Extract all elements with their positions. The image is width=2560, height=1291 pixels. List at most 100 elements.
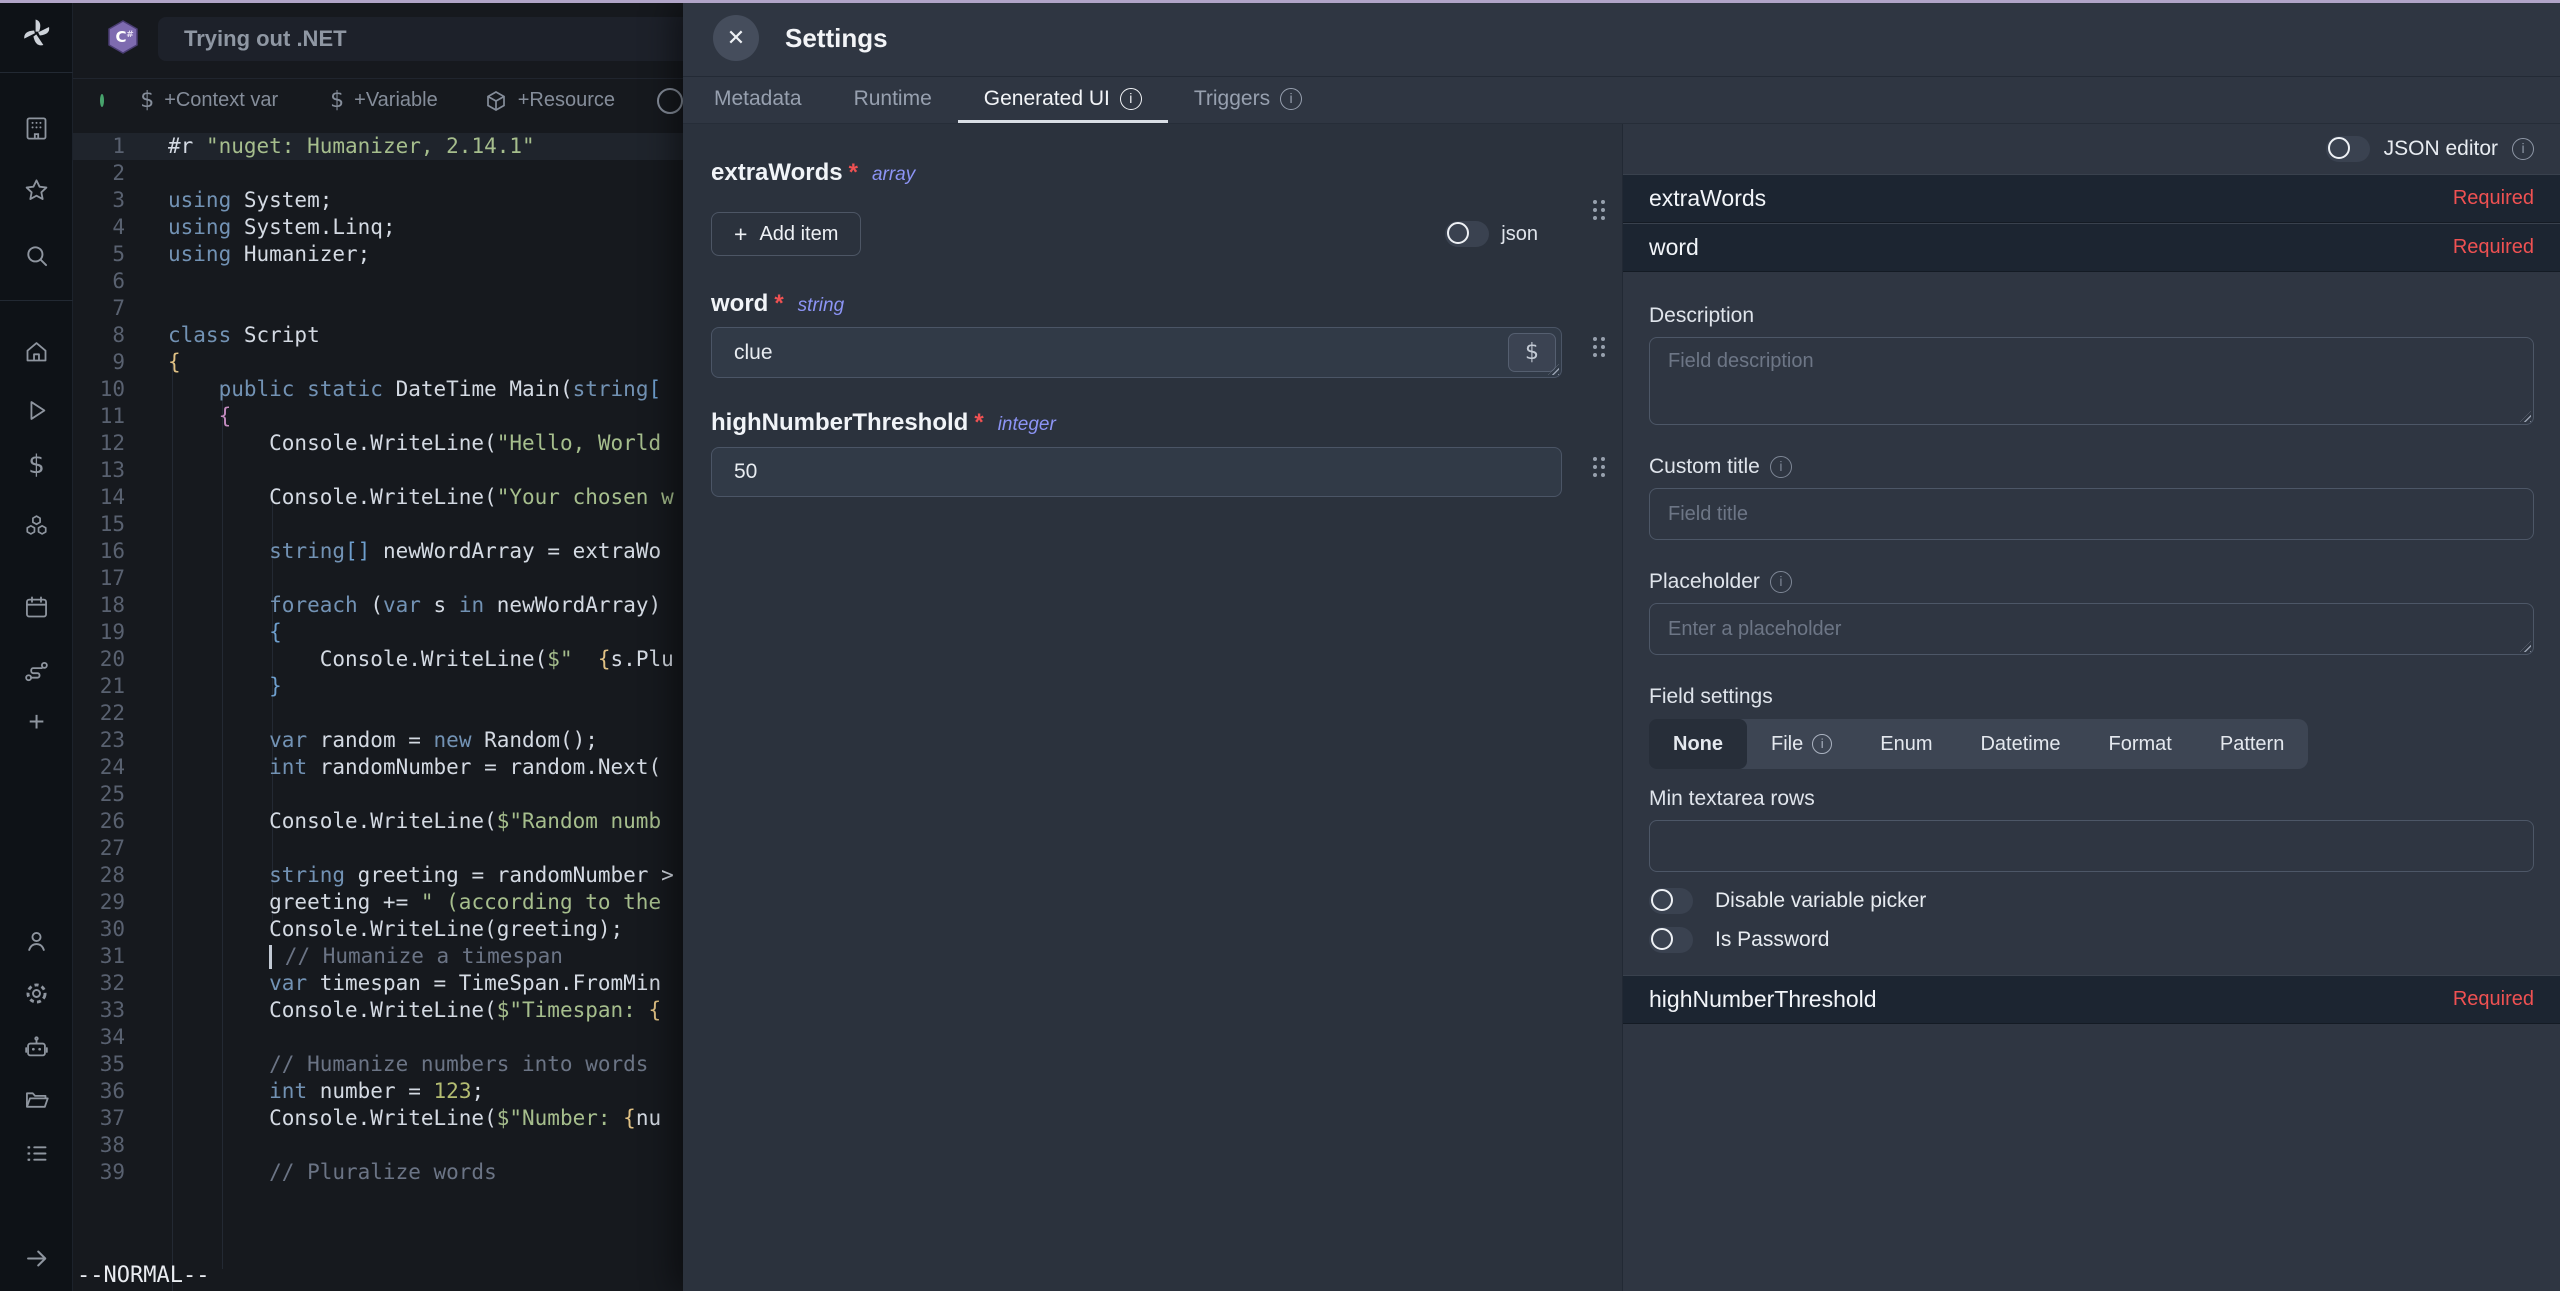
cubes-icon <box>23 513 50 540</box>
drag-handle-icon[interactable] <box>1590 455 1608 479</box>
info-icon[interactable]: i <box>1770 571 1792 593</box>
disable-variable-picker-row: Disable variable picker <box>1649 888 2534 914</box>
sidebar-item-star[interactable] <box>0 168 73 212</box>
custom-title-input[interactable] <box>1650 489 2533 539</box>
add-context-var-button[interactable]: $ +Context var <box>140 88 278 113</box>
app-sidebar: $+ <box>0 0 73 1291</box>
drag-handle-icon[interactable] <box>1590 335 1608 359</box>
person-icon <box>23 928 50 955</box>
sidebar-item-robot[interactable] <box>0 1025 73 1069</box>
segment-datetime[interactable]: Datetime <box>1956 719 2084 769</box>
sidebar-item-gear[interactable] <box>0 971 73 1015</box>
field-label-word: word* string <box>711 290 1562 318</box>
sidebar-item-building[interactable] <box>0 106 73 150</box>
sidebar-item-arrow-right[interactable] <box>0 1236 73 1280</box>
code-line-19: 19 { <box>73 619 683 646</box>
dollar-icon: $ <box>28 450 45 480</box>
segment-format[interactable]: Format <box>2085 719 2196 769</box>
property-row-highnumberthreshold[interactable]: highNumberThreshold Required <box>1623 975 2560 1024</box>
code-line-28: 28 string greeting = randomNumber > <box>73 862 683 889</box>
info-icon[interactable]: i <box>1120 88 1142 110</box>
code-line-37: 37 Console.WriteLine($"Number: {nu <box>73 1105 683 1132</box>
segment-pattern[interactable]: Pattern <box>2196 719 2308 769</box>
sidebar-divider <box>0 300 73 301</box>
insert-variable-button[interactable]: $ <box>1508 333 1556 372</box>
min-textarea-rows-input[interactable] <box>1650 821 2533 871</box>
tab-metadata[interactable]: Metadata <box>688 77 828 123</box>
settings-tabbar: MetadataRuntimeGenerated UIiTriggersi <box>683 77 2560 124</box>
field-label-highnumberthreshold: highNumberThreshold* integer <box>711 409 1562 437</box>
sidebar-item-person[interactable] <box>0 919 73 963</box>
disable-variable-picker-toggle[interactable] <box>1649 888 1693 914</box>
line-number: 21 <box>73 673 125 700</box>
add-item-button[interactable]: + Add item <box>711 212 861 256</box>
tab-triggers[interactable]: Triggersi <box>1168 77 1328 123</box>
line-number: 23 <box>73 727 125 754</box>
sidebar-item-route[interactable] <box>0 649 73 693</box>
script-title-field[interactable]: Trying out .NET <box>158 17 683 61</box>
json-editor-toggle[interactable] <box>2326 136 2370 162</box>
is-password-toggle[interactable] <box>1649 927 1693 953</box>
sidebar-item-plus[interactable]: + <box>0 700 73 744</box>
is-password-row: Is Password <box>1649 927 2534 953</box>
line-number: 29 <box>73 889 125 916</box>
tab-generated-ui[interactable]: Generated UIi <box>958 77 1168 123</box>
line-number: 14 <box>73 484 125 511</box>
code-line-16: 16 string[] newWordArray = extraWo <box>73 538 683 565</box>
sidebar-item-folder[interactable] <box>0 1077 73 1121</box>
line-number: 24 <box>73 754 125 781</box>
line-number: 4 <box>73 214 125 241</box>
placeholder-input[interactable] <box>1650 604 2533 654</box>
code-line-33: 33 Console.WriteLine($"Timespan: { <box>73 997 683 1024</box>
code-line-32: 32 var timespan = TimeSpan.FromMin <box>73 970 683 997</box>
generated-ui-panel: extraWords* array + Add item json word* … <box>683 124 2560 1291</box>
code-line-14: 14 Console.WriteLine("Your chosen w <box>73 484 683 511</box>
add-variable-button[interactable]: $ +Variable <box>330 88 438 113</box>
windmill-logo[interactable] <box>0 11 73 55</box>
dollar-icon: $ <box>330 88 344 113</box>
info-icon[interactable]: i <box>1280 88 1302 110</box>
info-icon[interactable]: i <box>1770 456 1792 478</box>
sidebar-item-calendar[interactable] <box>0 585 73 629</box>
custom-title-label: Custom title i <box>1649 455 2534 479</box>
route-icon <box>23 658 50 685</box>
segment-enum[interactable]: Enum <box>1856 719 1956 769</box>
sidebar-item-search[interactable] <box>0 233 73 277</box>
sidebar-item-cubes[interactable] <box>0 504 73 548</box>
sidebar-item-play[interactable] <box>0 388 73 432</box>
line-number: 18 <box>73 592 125 619</box>
tab-runtime[interactable]: Runtime <box>828 77 958 123</box>
line-number: 34 <box>73 1024 125 1051</box>
csharp-language-icon: C # <box>108 20 138 54</box>
code-line-1: 1#r "nuget: Humanizer, 2.14.1" <box>73 133 683 160</box>
threshold-input[interactable]: 50 <box>711 447 1562 497</box>
info-icon[interactable]: i <box>1812 734 1832 754</box>
required-badge: Required <box>2453 236 2534 259</box>
line-number: 15 <box>73 511 125 538</box>
drag-handle-icon[interactable] <box>1590 198 1608 222</box>
code-line-23: 23 var random = new Random(); <box>73 727 683 754</box>
code-line-29: 29 greeting += " (according to the <box>73 889 683 916</box>
sidebar-item-list[interactable] <box>0 1131 73 1175</box>
word-input-row: clue $ <box>711 327 1562 378</box>
code-line-38: 38 <box>73 1132 683 1159</box>
info-icon[interactable]: i <box>2512 138 2534 160</box>
clipped-toolbar-icon[interactable] <box>657 88 683 114</box>
sidebar-item-dollar[interactable]: $ <box>0 443 73 487</box>
add-resource-button[interactable]: +Resource <box>484 89 615 113</box>
code-editor-pane[interactable]: C # Trying out .NET $ +Context var $ +Va… <box>73 0 683 1291</box>
line-number: 11 <box>73 403 125 430</box>
json-toggle[interactable] <box>1445 221 1489 247</box>
property-row-word[interactable]: word Required <box>1623 223 2560 272</box>
property-row-extrawords[interactable]: extraWords Required <box>1623 174 2560 223</box>
description-textarea[interactable] <box>1650 338 2533 424</box>
segment-file[interactable]: Filei <box>1747 719 1856 769</box>
sidebar-item-home[interactable] <box>0 329 73 373</box>
code-area[interactable]: 1#r "nuget: Humanizer, 2.14.1"23using Sy… <box>73 122 683 1291</box>
close-icon[interactable]: ✕ <box>713 15 759 61</box>
word-input[interactable]: clue $ <box>711 327 1562 378</box>
settings-header: ✕ Settings <box>683 0 2560 77</box>
code-line-24: 24 int randomNumber = random.Next( <box>73 754 683 781</box>
segment-none[interactable]: None <box>1649 719 1747 769</box>
json-editor-row: JSON editor i <box>1623 124 2560 174</box>
